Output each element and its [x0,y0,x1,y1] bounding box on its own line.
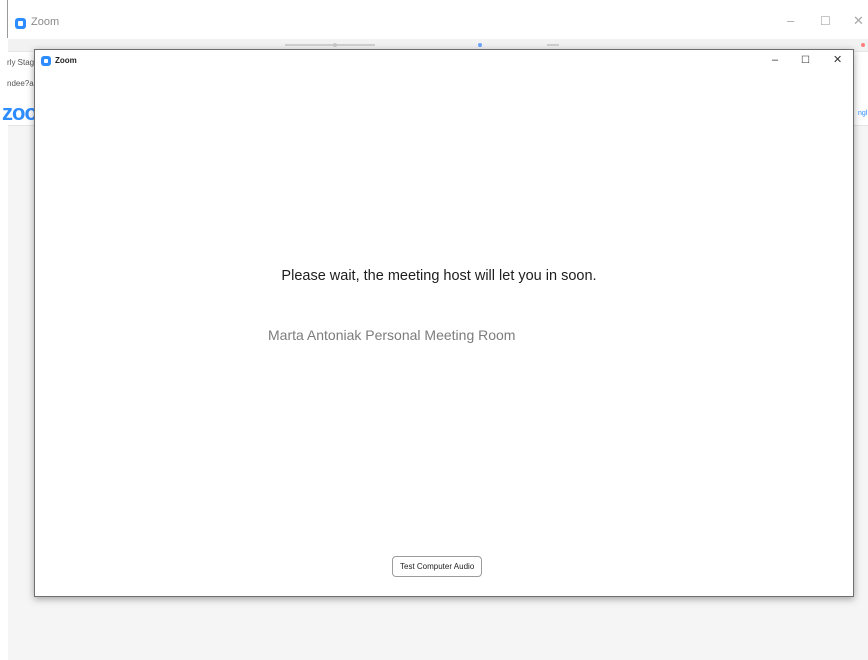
language-link[interactable]: ngl [858,110,867,117]
maximize-button[interactable]: ☐ [801,54,810,68]
zoom-logo-icon [41,56,51,66]
minimize-button[interactable]: – [772,53,778,67]
tab-indicator [285,44,375,46]
page-text-fragment: rly Stag [7,58,35,67]
test-computer-audio-button[interactable]: Test Computer Audio [392,556,483,577]
meeting-room-name: Marta Antoniak Personal Meeting Room [268,327,516,343]
background-minimize-button[interactable]: – [787,13,794,29]
waiting-message: Please wait, the meeting host will let y… [281,268,597,284]
zoom-logo-icon [15,18,26,29]
background-window-title: Zoom [31,16,60,28]
zoom-brand-text: zoom [2,100,35,125]
background-close-button[interactable]: ✕ [853,13,864,29]
dialog-title: Zoom [55,56,77,65]
tab-indicator [547,44,559,46]
tab-dot [861,43,865,47]
background-titlebar: Zoom – ☐ ✕ [0,0,868,44]
waiting-room-dialog: Zoom – ☐ ✕ Please wait, the meeting host… [34,49,854,597]
tab-dot [333,43,337,47]
dialog-titlebar: Zoom – ☐ ✕ [35,50,853,72]
zoom-brand-logo[interactable]: zoom [2,100,35,126]
window-border [7,0,8,38]
tab-dot [478,43,482,47]
page-text-fragment: ndee?a [7,79,34,88]
background-maximize-button[interactable]: ☐ [820,13,831,29]
close-button[interactable]: ✕ [833,53,842,67]
